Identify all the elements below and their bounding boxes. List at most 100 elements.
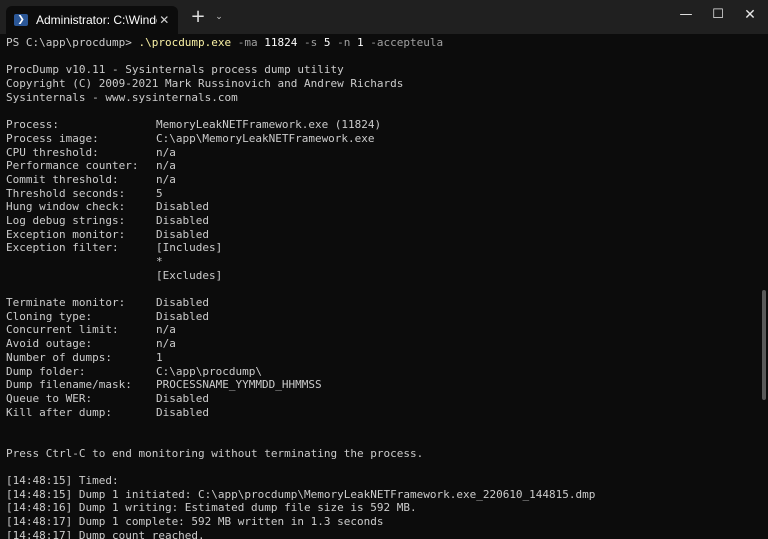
setting-value: Disabled: [156, 213, 209, 227]
setting-value: *: [156, 255, 163, 268]
command-arg: 5: [323, 36, 331, 49]
setting-value: Disabled: [156, 227, 209, 241]
prompt: PS C:\app\procdump>: [6, 36, 139, 49]
setting-value: n/a: [156, 323, 176, 337]
log-line: [14:48:15] Dump 1 initiated: C:\app\proc…: [6, 487, 596, 501]
setting-row: CPU threshold: n/a: [6, 146, 760, 160]
setting-row: Process image: C:\app\MemoryLeakNETFramew…: [6, 132, 760, 146]
setting-value: C:\app\MemoryLeakNETFramework.exe: [156, 131, 375, 145]
setting-value: Disabled: [156, 296, 209, 310]
setting-row: Exception monitor: Disabled: [6, 228, 760, 242]
setting-label: Performance counter:: [6, 159, 139, 173]
banner-line: Copyright (C) 2009-2021 Mark Russinovich…: [6, 77, 404, 91]
setting-row: Threshold seconds: 5: [6, 187, 760, 201]
setting-row: Dump filename/mask: PROCESSNAME_YYMMDD_HH…: [6, 378, 760, 392]
command-arg: 1: [357, 36, 364, 49]
setting-label: Dump filename/mask:: [6, 378, 132, 392]
command-line: PS C:\app\procdump> .\procdump.exe -ma 1…: [6, 36, 760, 50]
setting-value: Disabled: [156, 309, 209, 323]
dump-log: [14:48:15] Timed: [14:48:15] Dump 1 init…: [6, 474, 760, 539]
setting-value: MemoryLeakNETFramework.exe (11824): [156, 118, 382, 132]
log-line: [14:48:17] Dump count reached.: [6, 528, 205, 539]
terminal-output[interactable]: PS C:\app\procdump> .\procdump.exe -ma 1…: [0, 34, 760, 539]
banner-line: Sysinternals - www.sysinternals.com: [6, 90, 238, 104]
setting-label: Concurrent limit:: [6, 323, 119, 337]
setting-row: Commit threshold: n/a: [6, 173, 760, 187]
setting-value: Disabled: [156, 391, 209, 405]
log-line: [14:48:17] Dump 1 complete: 592 MB writt…: [6, 515, 384, 529]
setting-label: Commit threshold:: [6, 172, 119, 186]
command-arg: -s: [297, 36, 324, 49]
setting-label: Avoid outage:: [6, 337, 93, 351]
tab-administrator[interactable]: ❯ Administrator: C:\Windows\Sy ✕: [6, 6, 178, 34]
setting-row: Performance counter: n/a: [6, 159, 760, 173]
log-line: [14:48:16] Dump 1 writing: Estimated dum…: [6, 501, 417, 515]
setting-row: Queue to WER: Disabled: [6, 392, 760, 406]
setting-label: Threshold seconds:: [6, 186, 126, 200]
setting-row: Number of dumps: 1: [6, 351, 760, 365]
setting-label: Hung window check:: [6, 200, 126, 214]
setting-value: 5: [156, 186, 163, 200]
setting-value: n/a: [156, 159, 176, 173]
settings-block-2: Terminate monitor: Disabled Cloning type:…: [6, 296, 760, 419]
banner: ProcDump v10.11 - Sysinternals process d…: [6, 63, 760, 104]
settings-block-1: Process: MemoryLeakNETFramework.exe (1182…: [6, 118, 760, 282]
command-arg: -ma: [231, 36, 265, 49]
setting-label: Log debug strings:: [6, 213, 126, 227]
scrollbar-thumb[interactable]: [762, 290, 766, 400]
command-arg: 11824: [264, 36, 298, 49]
setting-row: Log debug strings: Disabled: [6, 214, 760, 228]
setting-row: Dump folder: C:\app\procdump\: [6, 365, 760, 379]
minimize-icon[interactable]: —: [668, 0, 704, 30]
setting-value: n/a: [156, 145, 176, 159]
powershell-icon: ❯: [14, 14, 28, 26]
setting-row: Hung window check: Disabled: [6, 200, 760, 214]
setting-value: [Excludes]: [156, 268, 223, 282]
setting-label: CPU threshold:: [6, 145, 99, 159]
command-arg: -n: [330, 36, 358, 49]
setting-label: Cloning type:: [6, 309, 93, 323]
log-line: [14:48:15] Timed:: [6, 474, 119, 487]
terminal-window: ❯ Administrator: C:\Windows\Sy ✕ + ⌄ — ☐…: [0, 0, 768, 539]
setting-label: Exception monitor:: [6, 227, 126, 241]
setting-label: Process:: [6, 118, 59, 132]
setting-label: Number of dumps:: [6, 350, 112, 364]
title-bar: ❯ Administrator: C:\Windows\Sy ✕ + ⌄ — ☐…: [0, 0, 768, 34]
setting-label: Queue to WER:: [6, 391, 93, 405]
setting-value: PROCESSNAME_YYMMDD_HHMMSS: [156, 378, 322, 392]
setting-row: *: [6, 255, 760, 269]
chevron-down-icon[interactable]: ⌄: [212, 8, 226, 26]
setting-value: C:\app\procdump\: [156, 364, 262, 378]
ctrl-c-hint: Press Ctrl-C to end monitoring without t…: [6, 446, 424, 460]
setting-value: Disabled: [156, 405, 209, 419]
setting-row: Process: MemoryLeakNETFramework.exe (1182…: [6, 118, 760, 132]
setting-row: Avoid outage: n/a: [6, 337, 760, 351]
setting-row: Kill after dump: Disabled: [6, 406, 760, 420]
setting-label: Dump folder:: [6, 364, 86, 378]
setting-label: Process image:: [6, 131, 99, 145]
maximize-icon[interactable]: ☐: [700, 0, 736, 30]
banner-line: ProcDump v10.11 - Sysinternals process d…: [6, 63, 344, 77]
new-tab-plus-icon[interactable]: +: [188, 7, 208, 27]
setting-value: [Includes]: [156, 241, 223, 255]
setting-value: 1: [156, 350, 163, 364]
setting-row: Exception filter: [Includes]: [6, 241, 760, 255]
setting-row: [Excludes]: [6, 269, 760, 283]
setting-row: Terminate monitor: Disabled: [6, 296, 760, 310]
setting-label: Exception filter:: [6, 241, 119, 255]
setting-row: Concurrent limit: n/a: [6, 323, 760, 337]
close-window-icon[interactable]: ✕: [732, 0, 768, 30]
setting-value: Disabled: [156, 200, 209, 214]
tab-close-icon[interactable]: ✕: [157, 13, 172, 27]
command-exe: .\procdump.exe: [138, 36, 232, 49]
scrollbar[interactable]: [762, 40, 766, 530]
tab-title: Administrator: C:\Windows\Sy: [36, 13, 157, 27]
setting-value: n/a: [156, 337, 176, 351]
setting-label: Terminate monitor:: [6, 296, 126, 310]
